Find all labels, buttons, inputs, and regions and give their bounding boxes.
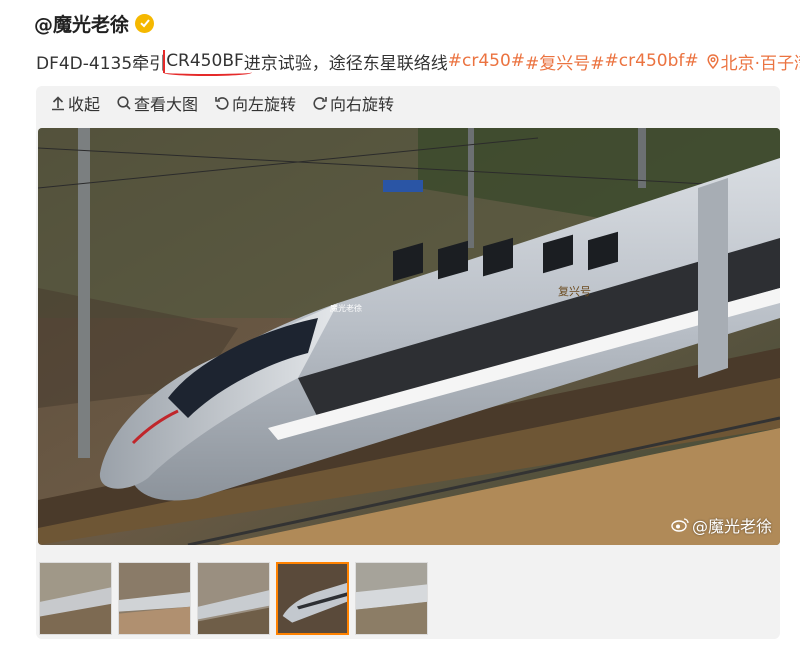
collapse-label: 收起 [68,95,101,114]
hashtag-link[interactable]: #cr450bf# [605,51,699,71]
weibo-logo-icon [671,518,689,532]
train-photo-image: 魔光老徐 复兴号 [38,128,780,545]
post-author: @魔光老徐 [34,9,155,37]
train-name-text: 复兴号 [558,284,591,298]
rotate-left-icon [215,97,229,110]
hashtag-link[interactable]: #复兴号# [525,49,605,74]
media-toolbar: 收起 查看大图 向左旋转 向右旋转 [50,89,410,117]
thumbnail-strip [39,562,434,635]
author-name[interactable]: @魔光老徐 [34,10,129,37]
thumbnail-1[interactable] [39,562,112,635]
location-label: 北京·百子湾 [720,53,800,74]
main-photo[interactable]: 魔光老徐 复兴号 @魔光老徐 [38,128,780,545]
view-large-label: 查看大图 [134,95,199,114]
rotate-right-label: 向右旋转 [330,95,395,114]
post-text: DF4D-4135牵引 CR450BF 进京试验，途径东星联络线 #cr450#… [36,48,800,76]
rotate-right-button[interactable]: 向右旋转 [312,91,394,115]
rotate-left-button[interactable]: 向左旋转 [214,91,296,115]
train-logo-text: 魔光老徐 [330,303,362,313]
rotate-left-label: 向左旋转 [232,95,297,114]
thumbnail-4-selected[interactable] [276,562,349,635]
location-link[interactable]: 北京·百子湾 [707,49,800,74]
watermark-text: @魔光老徐 [691,517,772,536]
thumbnail-5[interactable] [355,562,428,635]
hashtag-link[interactable]: #cr450# [448,51,525,71]
post-text-suffix: 进京试验，途径东星联络线 [243,53,448,74]
search-icon [117,96,131,110]
photo-watermark: @魔光老徐 [671,513,772,537]
media-viewer: 收起 查看大图 向左旋转 向右旋转 魔光老徐 复兴号 @魔光老徐 [36,86,780,639]
thumbnail-3[interactable] [197,562,270,635]
thumbnail-2[interactable] [118,562,191,635]
collapse-icon [52,96,64,111]
view-large-button[interactable]: 查看大图 [116,91,198,115]
post-text-highlight: CR450BF [163,50,252,76]
collapse-button[interactable]: 收起 [50,91,100,115]
post-text-prefix: DF4D-4135牵引 [36,53,167,74]
location-pin-icon [707,53,719,69]
verified-badge-icon [135,13,155,33]
rotate-right-icon [313,97,327,110]
